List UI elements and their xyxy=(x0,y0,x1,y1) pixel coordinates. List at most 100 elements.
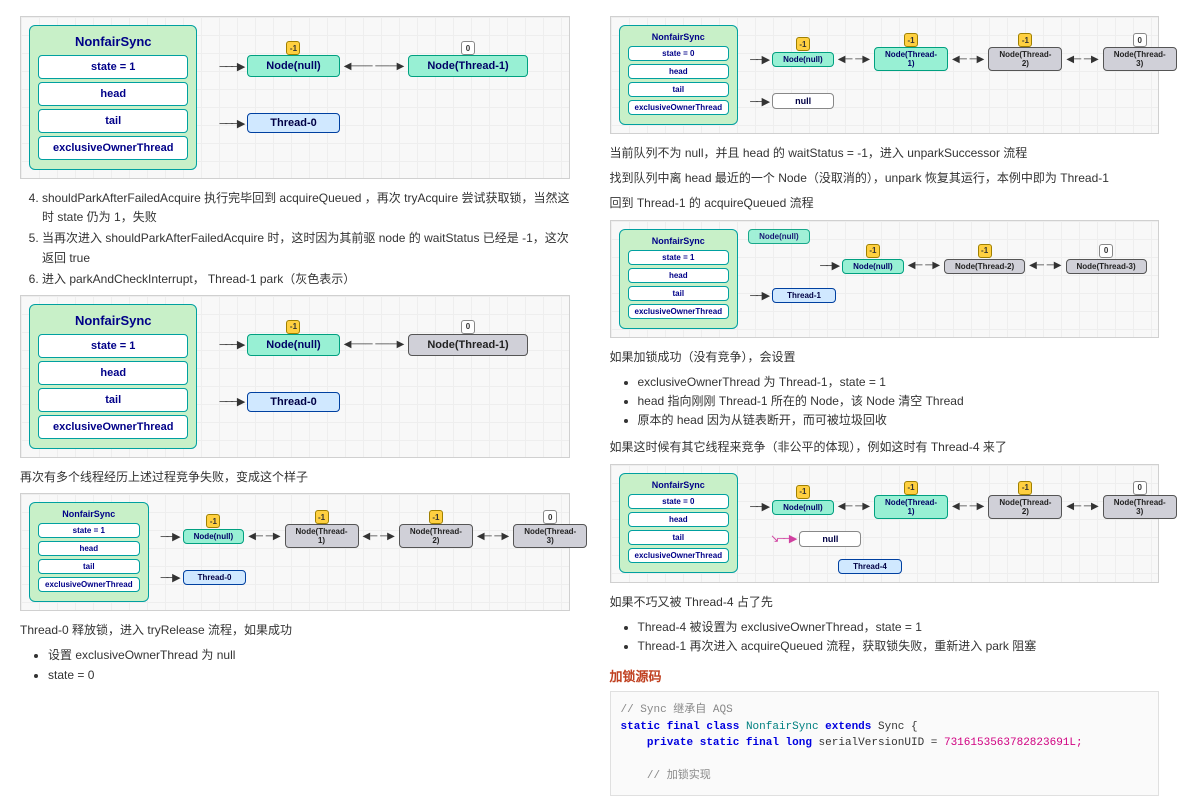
diagram-3: NonfairSync state = 1 head tail exclusiv… xyxy=(20,493,570,611)
arrow-icon: ───▶ xyxy=(217,338,245,351)
thread-4: Thread-4 xyxy=(838,559,902,574)
field-head: head xyxy=(38,541,140,556)
badge-neg: -1 xyxy=(1018,33,1032,47)
node-null: Node(null) xyxy=(183,529,245,544)
null-box: null xyxy=(772,93,834,109)
badge-neg: -1 xyxy=(429,510,443,524)
field-head: head xyxy=(628,512,730,527)
node-t3: Node(Thread-3) xyxy=(1103,495,1177,519)
diagram-5: NonfairSync state = 1 head tail exclusiv… xyxy=(610,220,1160,338)
field-eot: exclusiveOwnerThread xyxy=(38,415,188,439)
sync-title: NonfairSync xyxy=(38,509,140,519)
badge-neg: -1 xyxy=(904,481,918,495)
node-null: Node(null) xyxy=(247,55,339,77)
code-num: 7316153563782823691L; xyxy=(944,737,1083,749)
bullet: Thread-4 被设置为 exclusiveOwnerThread，state… xyxy=(638,618,1160,637)
arrow-icon: ──▶ xyxy=(748,53,770,66)
heading-source: 加锁源码 xyxy=(610,666,1160,685)
code-text: Sync { xyxy=(878,721,918,733)
arrow-icon: ◀─ ─▶ xyxy=(906,260,942,271)
arrow-icon: ──▶ xyxy=(748,289,770,302)
code-block: // Sync 继承自 AQS static final class Nonfa… xyxy=(610,691,1160,796)
code-kw: static final class xyxy=(621,721,740,733)
sync-title: NonfairSync xyxy=(38,32,188,51)
thread-1: Thread-1 xyxy=(772,288,836,303)
field-state: state = 1 xyxy=(38,55,188,79)
field-tail: tail xyxy=(628,530,730,545)
bullet: state = 0 xyxy=(48,666,570,685)
node-null: Node(null) xyxy=(772,52,834,67)
field-eot: exclusiveOwnerThread xyxy=(628,304,730,319)
code-kw: extends xyxy=(825,721,871,733)
arrow-icon: ↘──▶ xyxy=(768,532,797,545)
thread-0: Thread-0 xyxy=(247,392,339,412)
node-t1: Node(Thread-1) xyxy=(874,495,948,519)
bullet: head 指向刚刚 Thread-1 所在的 Node，该 Node 清空 Th… xyxy=(638,392,1160,411)
node-t3: Node(Thread-3) xyxy=(1103,47,1177,71)
t4-list: Thread-4 被设置为 exclusiveOwnerThread，state… xyxy=(638,618,1160,656)
field-state: state = 1 xyxy=(628,250,730,265)
para: 回到 Thread-1 的 acquireQueued 流程 xyxy=(610,194,1160,213)
code-comment: // 加锁实现 xyxy=(647,770,711,782)
arrow-icon: ◀─ ─▶ xyxy=(1027,260,1063,271)
badge-zero: 0 xyxy=(1099,244,1113,258)
diagram-1: NonfairSync state = 1 head tail exclusiv… xyxy=(20,16,570,179)
para-release: Thread-0 释放锁，进入 tryRelease 流程，如果成功 xyxy=(20,621,570,640)
badge-neg: -1 xyxy=(286,41,300,55)
field-tail: tail xyxy=(38,109,188,133)
code-kw: private static final long xyxy=(647,737,812,749)
para: 如果不巧又被 Thread-4 占了先 xyxy=(610,593,1160,612)
badge-neg: -1 xyxy=(866,244,880,258)
diagram-2: NonfairSync state = 1 head tail exclusiv… xyxy=(20,295,570,458)
step-5: 当再次进入 shouldParkAfterFailedAcquire 时，这时因… xyxy=(42,229,570,267)
badge-neg: -1 xyxy=(1018,481,1032,495)
field-head: head xyxy=(628,268,730,283)
sync-title: NonfairSync xyxy=(628,236,730,246)
field-eot: exclusiveOwnerThread xyxy=(628,548,730,563)
badge-zero: 0 xyxy=(1133,481,1147,495)
badge-neg: -1 xyxy=(904,33,918,47)
step-list: shouldParkAfterFailedAcquire 执行完毕回到 acqu… xyxy=(42,189,570,289)
arrow-icon: ◀─ ─▶ xyxy=(1064,501,1100,512)
badge-zero: 0 xyxy=(461,41,475,55)
arrow-icon: ◀─ ─▶ xyxy=(1064,54,1100,65)
node-t3: Node(Thread-3) xyxy=(1066,259,1147,274)
arrow-icon: ───▶ xyxy=(217,117,245,130)
diagram-6: NonfairSync state = 0 head tail exclusiv… xyxy=(610,464,1160,583)
node-t1: Node(Thread-1) xyxy=(874,47,948,71)
badge-neg: -1 xyxy=(315,510,329,524)
sync-title: NonfairSync xyxy=(38,311,188,330)
field-state: state = 1 xyxy=(38,523,140,538)
para: 当前队列不为 null，并且 head 的 waitStatus = -1，进入… xyxy=(610,144,1160,163)
sync-box: NonfairSync state = 0 head tail exclusiv… xyxy=(619,473,739,573)
badge-zero: 0 xyxy=(461,320,475,334)
node-t1: Node(Thread-1) xyxy=(408,55,527,77)
field-state: state = 1 xyxy=(38,334,188,358)
arrow-icon: ◀─── ───▶ xyxy=(342,61,407,72)
node-null-detached: Node(null) xyxy=(748,229,810,244)
arrow-icon: ◀─ ─▶ xyxy=(950,54,986,65)
field-tail: tail xyxy=(38,559,140,574)
sync-title: NonfairSync xyxy=(628,480,730,490)
field-head: head xyxy=(38,82,188,106)
right-column: NonfairSync state = 0 head tail exclusiv… xyxy=(590,0,1179,812)
arrow-icon: ◀─ ─▶ xyxy=(950,501,986,512)
sync-box: NonfairSync state = 1 head tail exclusiv… xyxy=(29,25,197,170)
node-null: Node(null) xyxy=(772,500,834,515)
arrow-icon: ───▶ xyxy=(217,60,245,73)
node-t1: Node(Thread-1) xyxy=(285,524,359,548)
node-null: Node(null) xyxy=(842,259,904,274)
badge-neg: -1 xyxy=(206,514,220,528)
diagram-4: NonfairSync state = 0 head tail exclusiv… xyxy=(610,16,1160,134)
bullet: 原本的 head 因为从链表断开，而可被垃圾回收 xyxy=(638,411,1160,430)
arrow-icon: ◀─ ─▶ xyxy=(361,531,397,542)
node-t2: Node(Thread-2) xyxy=(399,524,473,548)
field-tail: tail xyxy=(628,286,730,301)
field-eot: exclusiveOwnerThread xyxy=(38,136,188,160)
null-box: null xyxy=(799,531,861,547)
lock-ok-list: exclusiveOwnerThread 为 Thread-1，state = … xyxy=(638,373,1160,431)
field-tail: tail xyxy=(628,82,730,97)
para: 如果这时候有其它线程来竞争（非公平的体现），例如这时有 Thread-4 来了 xyxy=(610,438,1160,457)
arrow-icon: ──▶ xyxy=(748,500,770,513)
arrow-icon: ◀─ ─▶ xyxy=(836,54,872,65)
